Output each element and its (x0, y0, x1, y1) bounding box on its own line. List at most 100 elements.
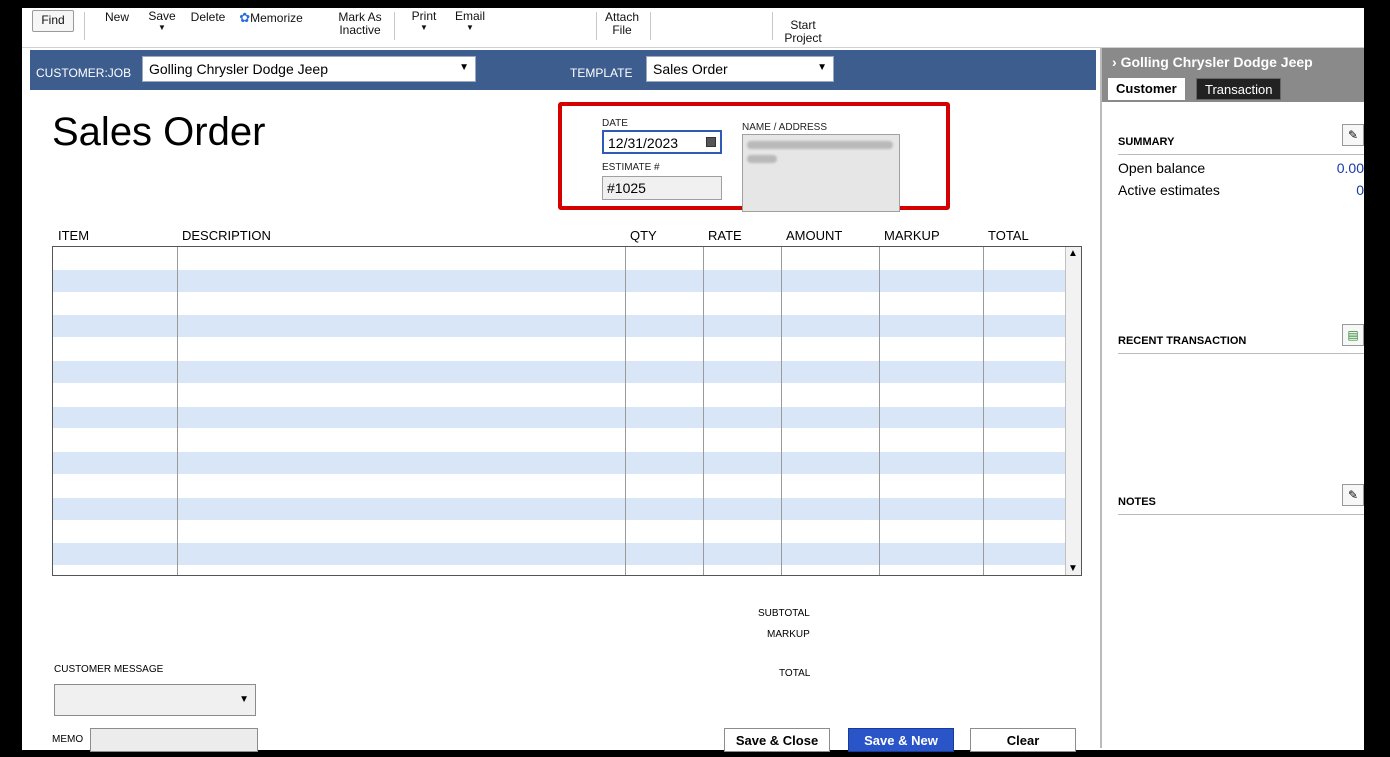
table-row[interactable] (53, 429, 1081, 453)
tab-customer[interactable]: Customer (1108, 78, 1185, 100)
name-address-label: NAME / ADDRESS (742, 122, 828, 133)
table-row[interactable] (53, 543, 1081, 567)
line-items-header: ITEM DESCRIPTION QTY RATE AMOUNT MARKUP … (52, 226, 1082, 246)
report-icon[interactable]: ▤ (1342, 324, 1364, 346)
print-caret-icon: ▼ (420, 23, 428, 32)
customer-info-panel: › Golling Chrysler Dodge Jeep Customer T… (1100, 48, 1364, 748)
table-row[interactable] (53, 338, 1081, 361)
attach-file-button[interactable]: Attach File (602, 11, 642, 37)
active-estimates-row: Active estimates 0 (1118, 182, 1364, 198)
table-row[interactable] (53, 475, 1081, 498)
address-line-redacted (747, 141, 893, 149)
customer-bar: CUSTOMER:JOB Golling Chrysler Dodge Jeep… (30, 50, 1096, 90)
table-row[interactable] (53, 406, 1081, 430)
active-estimates-label: Active estimates (1118, 182, 1220, 198)
tab-transaction[interactable]: Transaction (1196, 78, 1282, 100)
column-divider (781, 247, 782, 575)
email-button[interactable]: Email ▼ (452, 9, 488, 33)
toolbar-separator (650, 12, 651, 40)
save-new-button[interactable]: Save & New (848, 728, 954, 752)
table-row[interactable] (53, 452, 1081, 475)
start-project-button[interactable]: Start Project (780, 19, 826, 45)
col-total[interactable]: TOTAL (988, 228, 1029, 243)
new-label: New (104, 10, 129, 24)
save-label: Save (148, 9, 176, 23)
open-balance-label: Open balance (1118, 160, 1206, 176)
date-label: DATE (602, 118, 628, 129)
col-item[interactable]: ITEM (58, 228, 89, 243)
calendar-icon[interactable] (706, 137, 716, 147)
col-qty[interactable]: QTY (630, 228, 657, 243)
sales-order-window: Find New Save ▼ Delete ✿Memorize Mark As I… (22, 8, 1364, 752)
mark-inactive-line2: Inactive (339, 23, 381, 37)
chevron-down-icon: ▼ (459, 62, 469, 73)
col-markup[interactable]: MARKUP (884, 228, 940, 243)
divider (1118, 353, 1364, 354)
line-items-table[interactable]: ▲ ▼ (52, 246, 1082, 576)
table-row[interactable] (53, 293, 1081, 316)
find-button[interactable]: Find (32, 10, 74, 32)
save-caret-icon: ▼ (158, 23, 166, 32)
template-value: Sales Order (653, 61, 728, 77)
pencil-icon[interactable]: ✎ (1342, 124, 1364, 146)
grid-scrollbar[interactable]: ▲ ▼ (1065, 247, 1081, 575)
summary-heading: SUMMARY (1118, 136, 1175, 148)
template-label: TEMPLATE (570, 66, 633, 80)
table-row[interactable] (53, 521, 1081, 544)
panel-customer-name: Golling Chrysler Dodge Jeep (1120, 54, 1313, 70)
table-row[interactable] (53, 247, 1081, 270)
print-button[interactable]: Print ▼ (408, 10, 440, 33)
memo-label: MEMO (52, 734, 84, 745)
clear-button[interactable]: Clear (970, 728, 1076, 752)
estimate-label: ESTIMATE # (602, 162, 660, 173)
memorize-button[interactable]: ✿Memorize (234, 11, 308, 25)
active-estimates-value[interactable]: 0 (1356, 182, 1364, 198)
save-close-button[interactable]: Save & Close (724, 728, 830, 752)
save-button[interactable]: Save ▼ (146, 9, 178, 33)
panel-title[interactable]: › Golling Chrysler Dodge Jeep (1112, 54, 1313, 70)
column-divider (625, 247, 626, 575)
table-row[interactable] (53, 315, 1081, 339)
col-description[interactable]: DESCRIPTION (182, 228, 271, 243)
notes-heading: NOTES (1118, 496, 1156, 508)
page-title: Sales Order (52, 110, 266, 154)
delete-label: Delete (190, 10, 226, 24)
template-dropdown[interactable]: Sales Order ▼ (646, 56, 834, 82)
customer-job-dropdown[interactable]: Golling Chrysler Dodge Jeep ▼ (142, 56, 476, 82)
attach-line1: Attach (604, 10, 640, 24)
scroll-down-icon[interactable]: ▼ (1068, 563, 1078, 574)
customer-message-label: CUSTOMER MESSAGE (54, 664, 164, 675)
open-balance-value[interactable]: 0.00 (1337, 160, 1364, 176)
name-address-field[interactable] (742, 134, 900, 212)
table-row[interactable] (53, 497, 1081, 521)
pencil-icon[interactable]: ✎ (1342, 484, 1364, 506)
customer-message-dropdown[interactable]: ▼ (54, 684, 256, 716)
scroll-up-icon[interactable]: ▲ (1068, 248, 1078, 259)
table-row[interactable] (53, 384, 1081, 407)
date-field[interactable]: 12/31/2023 (602, 130, 722, 154)
attach-line2: File (612, 23, 632, 37)
table-row[interactable] (53, 360, 1081, 384)
recent-transaction-heading: RECENT TRANSACTION (1118, 335, 1247, 347)
chevron-down-icon: ▼ (239, 694, 249, 705)
table-row[interactable] (53, 269, 1081, 293)
estimate-value: #1025 (607, 180, 646, 196)
column-divider (177, 247, 178, 575)
email-label: Email (454, 9, 485, 23)
toolbar-separator (772, 12, 773, 40)
column-divider (983, 247, 984, 575)
date-value: 12/31/2023 (608, 135, 679, 151)
delete-button[interactable]: Delete (190, 11, 226, 24)
panel-header: › Golling Chrysler Dodge Jeep Customer T… (1102, 48, 1364, 102)
mark-inactive-line1: Mark As (338, 10, 382, 24)
start-line1: Start (790, 18, 816, 32)
memo-field[interactable] (90, 728, 258, 752)
estimate-number-field[interactable]: #1025 (602, 176, 722, 200)
mark-inactive-button[interactable]: Mark As Inactive (334, 11, 386, 37)
col-amount[interactable]: AMOUNT (786, 228, 842, 243)
new-button[interactable]: New (102, 11, 132, 24)
address-line-redacted (747, 155, 777, 163)
total-label: TOTAL (779, 668, 811, 679)
col-rate[interactable]: RATE (708, 228, 742, 243)
markup-label: MARKUP (767, 629, 810, 640)
